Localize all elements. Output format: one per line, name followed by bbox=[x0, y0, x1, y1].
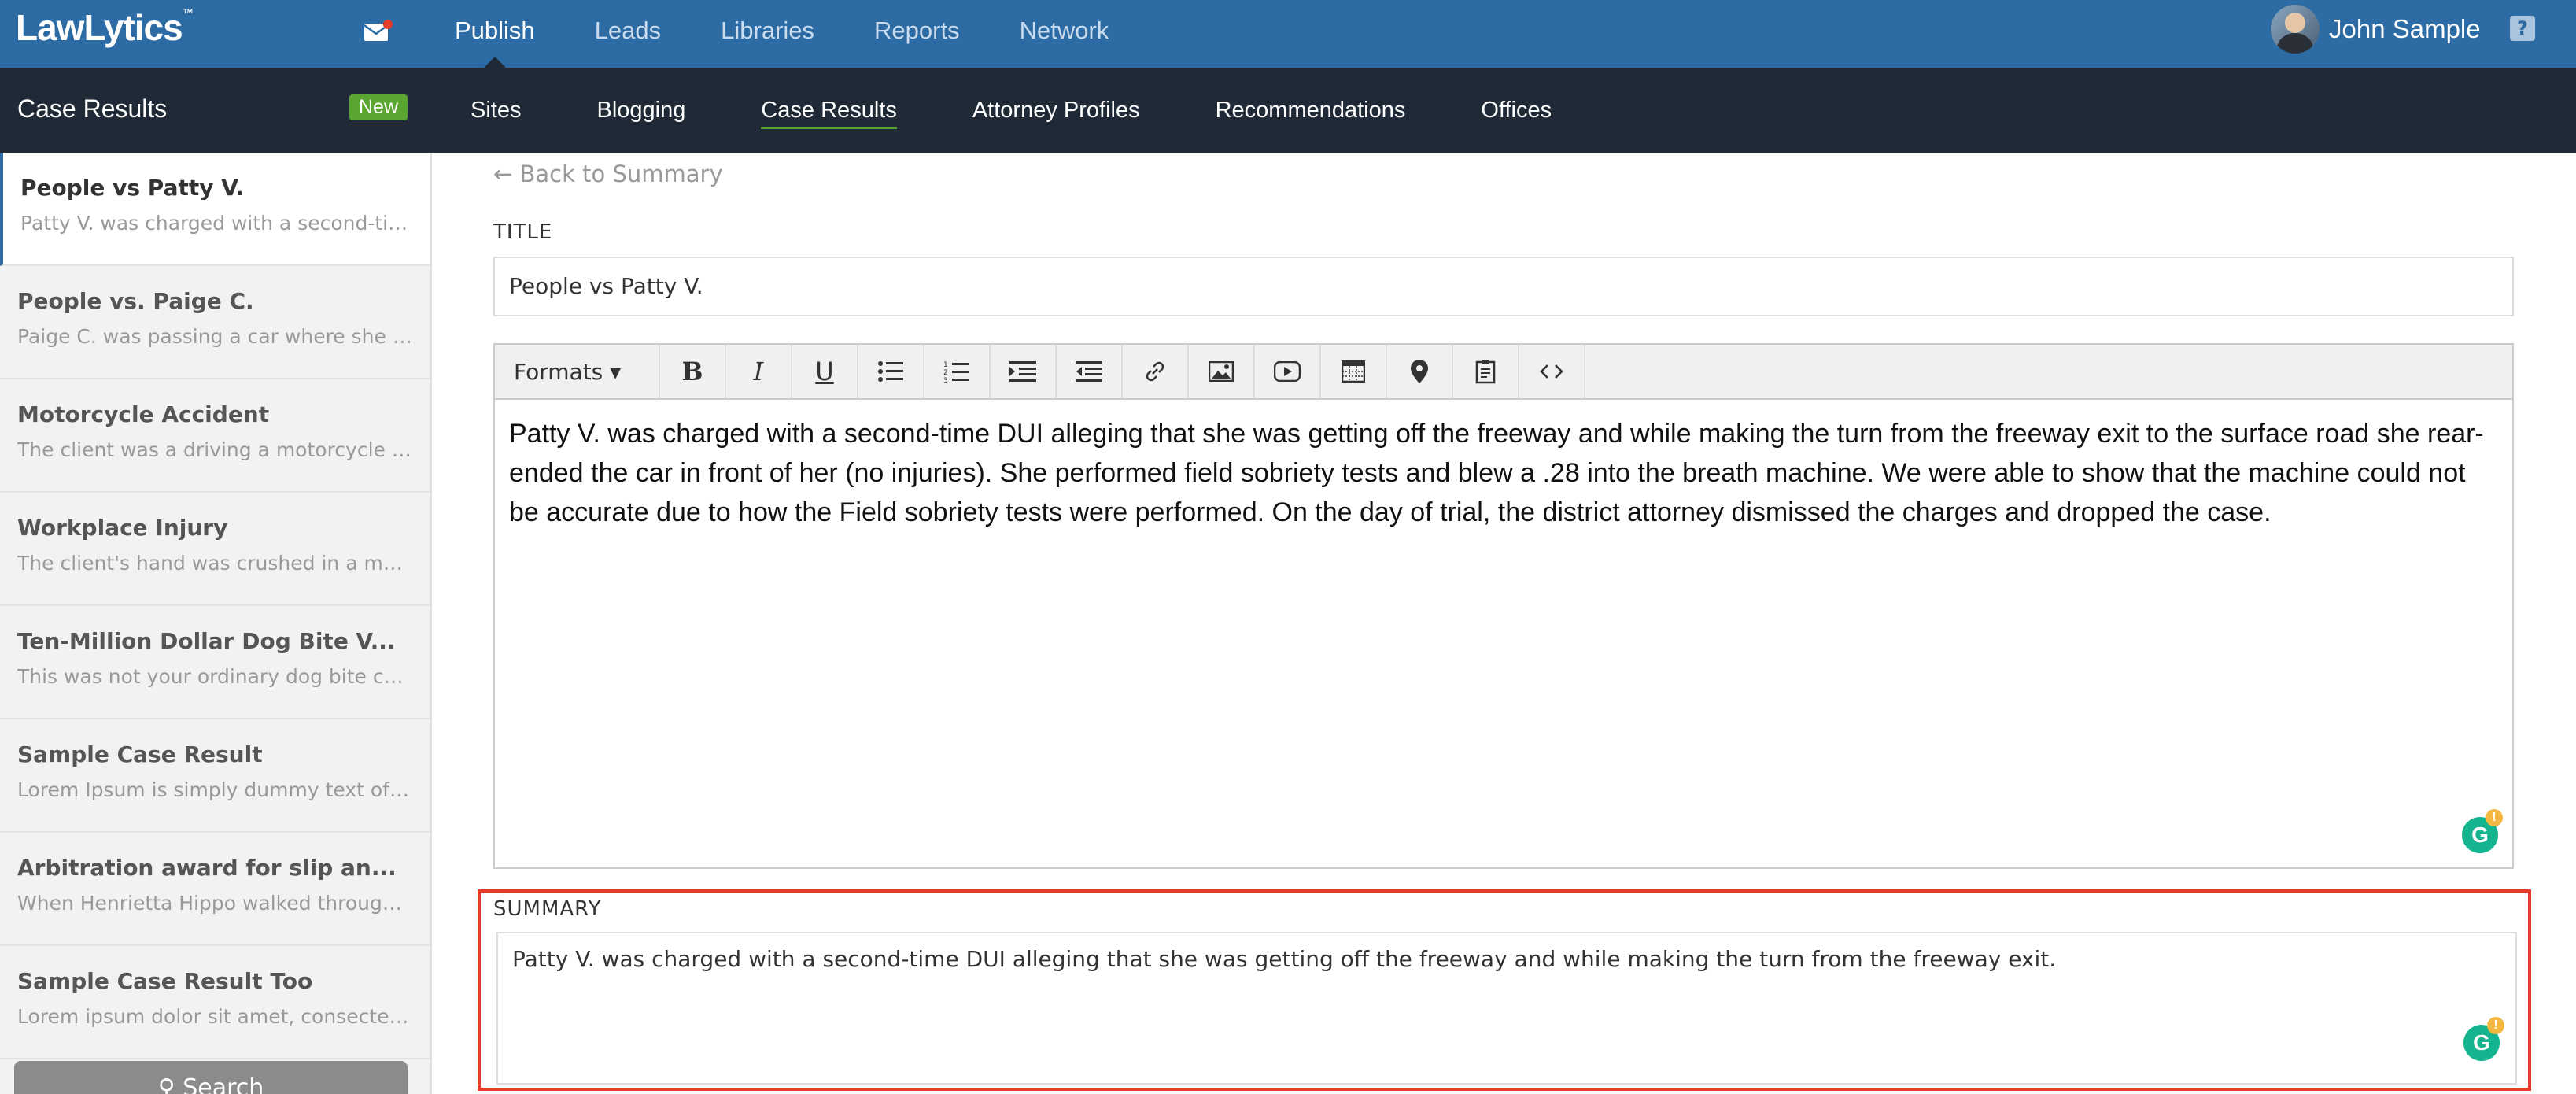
list-item[interactable]: People vs Patty V. Patty V. was charged … bbox=[0, 153, 430, 266]
editor-content[interactable]: Patty V. was charged with a second-time … bbox=[495, 400, 2512, 546]
nav-reports[interactable]: Reports bbox=[844, 0, 990, 68]
tab-blogging[interactable]: Blogging bbox=[559, 68, 723, 153]
user-name[interactable]: John Sample bbox=[2329, 14, 2481, 44]
case-title: People vs. Paige C. bbox=[17, 288, 254, 314]
underline-icon[interactable]: U bbox=[792, 345, 858, 398]
svg-text:1: 1 bbox=[943, 361, 948, 369]
list-item[interactable]: Sample Case Result Too Lorem ipsum dolor… bbox=[0, 946, 430, 1059]
case-title: Sample Case Result Too bbox=[17, 968, 313, 994]
video-icon[interactable] bbox=[1255, 345, 1321, 398]
nav-leads[interactable]: Leads bbox=[565, 0, 691, 68]
summary-section-highlight: SUMMARY Patty V. was charged with a seco… bbox=[478, 889, 2531, 1091]
tab-attorney-profiles[interactable]: Attorney Profiles bbox=[935, 68, 1178, 153]
map-pin-icon[interactable] bbox=[1387, 345, 1453, 398]
main-nav: Publish Leads Libraries Reports Network bbox=[425, 0, 1139, 68]
case-snippet: Lorem ipsum dolor sit amet, consectetur … bbox=[17, 1005, 413, 1028]
paste-icon[interactable] bbox=[1453, 345, 1519, 398]
list-item[interactable]: Motorcycle Accident The client was a dri… bbox=[0, 379, 430, 493]
new-button[interactable]: New bbox=[349, 94, 408, 120]
list-item[interactable]: Ten-Million Dollar Dog Bite V... This wa… bbox=[0, 606, 430, 719]
list-item[interactable]: Arbitration award for slip an... When He… bbox=[0, 833, 430, 946]
table-icon[interactable] bbox=[1321, 345, 1387, 398]
search-label: Search bbox=[183, 1074, 264, 1094]
list-item[interactable]: Workplace Injury The client's hand was c… bbox=[0, 493, 430, 606]
case-title: Workplace Injury bbox=[17, 515, 228, 541]
grammarly-icon[interactable]: G bbox=[2462, 809, 2503, 853]
italic-icon[interactable]: I bbox=[726, 345, 792, 398]
nav-publish[interactable]: Publish bbox=[425, 0, 565, 68]
case-title: Arbitration award for slip an... bbox=[17, 855, 397, 881]
editor-toolbar: Formats ▾ B I U 123 bbox=[495, 345, 2512, 400]
tab-sites[interactable]: Sites bbox=[433, 68, 559, 153]
case-snippet: Paige C. was passing a car where she hit… bbox=[17, 325, 413, 348]
case-title: People vs Patty V. bbox=[20, 175, 244, 201]
case-snippet: The client's hand was crushed in a machi… bbox=[17, 552, 413, 575]
title-label: TITLE bbox=[493, 220, 553, 244]
search-button[interactable]: ⚲ Search bbox=[14, 1061, 408, 1094]
nav-libraries[interactable]: Libraries bbox=[691, 0, 844, 68]
case-list-sidebar: People vs Patty V. Patty V. was charged … bbox=[0, 153, 432, 1094]
case-snippet: Patty V. was charged with a second-time.… bbox=[20, 212, 413, 235]
tab-case-results[interactable]: Case Results bbox=[723, 68, 934, 153]
rich-text-editor: Formats ▾ B I U 123 Patty V. was charged… bbox=[493, 343, 2514, 869]
outdent-icon[interactable] bbox=[1057, 345, 1123, 398]
svg-text:2: 2 bbox=[943, 369, 948, 377]
summary-label: SUMMARY bbox=[493, 897, 602, 921]
formats-dropdown[interactable]: Formats ▾ bbox=[495, 345, 660, 398]
tab-offices[interactable]: Offices bbox=[1443, 68, 1589, 153]
case-snippet: This was not your ordinary dog bite case… bbox=[17, 665, 413, 688]
indent-icon[interactable] bbox=[991, 345, 1057, 398]
user-menu[interactable]: John Sample bbox=[2271, 5, 2481, 54]
mail-icon[interactable] bbox=[364, 19, 393, 43]
image-icon[interactable] bbox=[1189, 345, 1255, 398]
nav-network[interactable]: Network bbox=[990, 0, 1139, 68]
search-icon: ⚲ bbox=[157, 1074, 175, 1094]
avatar[interactable] bbox=[2271, 5, 2320, 54]
list-item[interactable]: People vs. Paige C. Paige C. was passing… bbox=[0, 266, 430, 379]
case-title: Ten-Million Dollar Dog Bite V... bbox=[17, 628, 396, 654]
top-nav-bar: LawLytics™ Publish Leads Libraries Repor… bbox=[0, 0, 2576, 68]
lawlytics-logo[interactable]: LawLytics™ bbox=[16, 6, 194, 49]
link-icon[interactable] bbox=[1123, 345, 1189, 398]
svg-text:3: 3 bbox=[943, 377, 948, 383]
section-nav-bar: Case Results New Sites Blogging Case Res… bbox=[0, 68, 2576, 153]
source-code-icon[interactable] bbox=[1519, 345, 1585, 398]
case-title: Sample Case Result bbox=[17, 741, 263, 767]
section-tabs: Sites Blogging Case Results Attorney Pro… bbox=[433, 68, 1589, 153]
numbered-list-icon[interactable]: 123 bbox=[924, 345, 991, 398]
case-snippet: The client was a driving a motorcycle on… bbox=[17, 438, 413, 461]
grammarly-icon[interactable]: G bbox=[2463, 1017, 2504, 1061]
back-to-summary-link[interactable]: ← Back to Summary bbox=[493, 161, 723, 187]
tab-recommendations[interactable]: Recommendations bbox=[1178, 68, 1444, 153]
section-title: Case Results bbox=[17, 94, 168, 123]
list-item[interactable]: Sample Case Result Lorem Ipsum is simply… bbox=[0, 719, 430, 833]
case-editor: ← Back to Summary TITLE People vs Patty … bbox=[434, 153, 2576, 1094]
case-snippet: Lorem Ipsum is simply dummy text of th..… bbox=[17, 778, 413, 801]
bullet-list-icon[interactable] bbox=[858, 345, 924, 398]
help-icon[interactable]: ? bbox=[2510, 16, 2535, 41]
bold-icon[interactable]: B bbox=[660, 345, 726, 398]
case-title: Motorcycle Accident bbox=[17, 401, 270, 427]
case-snippet: When Henrietta Hippo walked through th..… bbox=[17, 892, 413, 915]
title-input[interactable]: People vs Patty V. bbox=[493, 257, 2514, 316]
summary-textarea[interactable]: Patty V. was charged with a second-time … bbox=[496, 932, 2517, 1085]
